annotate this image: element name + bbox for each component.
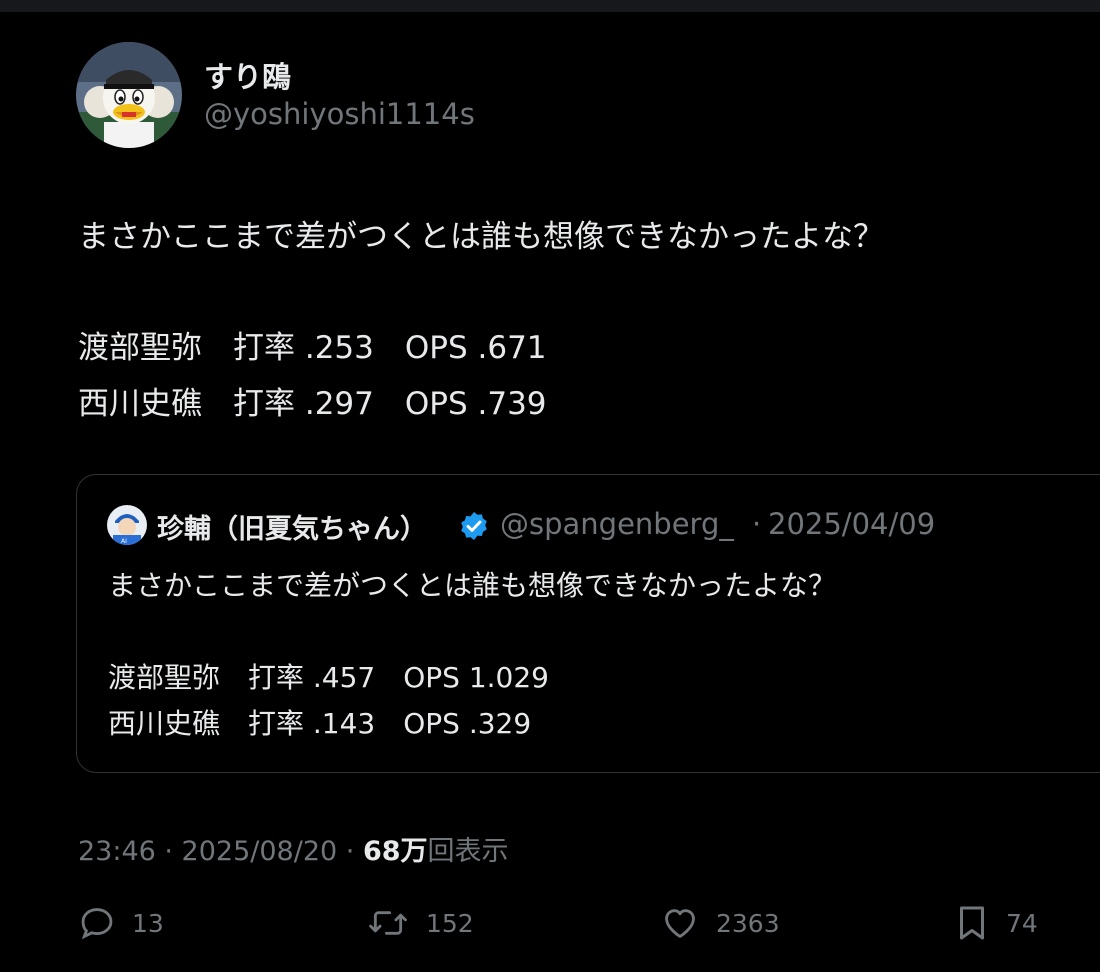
quote-handle[interactable]: @spangenberg_	[500, 507, 734, 541]
retweet-count: 152	[426, 908, 474, 938]
quote-text-line: 渡部聖弥 打率 .457 OPS 1.029	[108, 661, 550, 694]
svg-text:AI: AI	[121, 538, 127, 545]
bookmark-button[interactable]: 74	[954, 902, 1038, 944]
like-count: 2363	[716, 908, 780, 938]
tweet-text-line: まさかここまで差がつくとは誰も想像できなかったよな？	[78, 219, 884, 255]
author-display-name[interactable]: すり鴎	[204, 54, 291, 96]
tweet-text-line: 渡部聖弥 打率 .253 OPS .671	[78, 330, 547, 366]
tweet-meta: 23:46 · 2025/08/20 · 68万回表示	[78, 829, 509, 868]
quote-separator: ·	[752, 507, 762, 541]
reply-count: 13	[132, 908, 164, 938]
baseball-player-avatar-icon: AI	[107, 505, 147, 545]
quote-date[interactable]: 2025/04/09	[768, 507, 935, 541]
verified-badge-icon	[458, 510, 490, 542]
bookmark-icon	[960, 906, 984, 940]
bookmark-count: 74	[1006, 908, 1038, 938]
mascot-avatar-icon	[76, 42, 182, 148]
reply-icon	[81, 908, 113, 940]
quote-text-line: まさかここまで差がつくとは誰も想像できなかったよな？	[108, 569, 837, 602]
view-count: 68万	[362, 836, 428, 867]
author-handle[interactable]: @yoshiyoshi1114s	[204, 97, 475, 131]
retweet-button[interactable]: 152	[366, 902, 474, 944]
tweet-text-line: 西川史礁 打率 .297 OPS .739	[78, 386, 547, 422]
author-avatar[interactable]	[76, 42, 182, 148]
retweet-icon	[369, 911, 407, 935]
view-label: 回表示	[427, 836, 509, 867]
quote-display-name[interactable]: 珍輔（旧夏気ちゃん）	[157, 507, 427, 546]
quote-text-line: 西川史礁 打率 .143 OPS .329	[108, 707, 532, 740]
tweet-timestamp[interactable]: 23:46 · 2025/08/20 ·	[78, 836, 363, 867]
reply-button[interactable]: 13	[78, 902, 164, 944]
quote-author-avatar[interactable]: AI	[107, 505, 147, 545]
top-divider	[0, 0, 1100, 12]
like-button[interactable]: 2363	[660, 902, 780, 944]
heart-icon	[665, 909, 695, 938]
